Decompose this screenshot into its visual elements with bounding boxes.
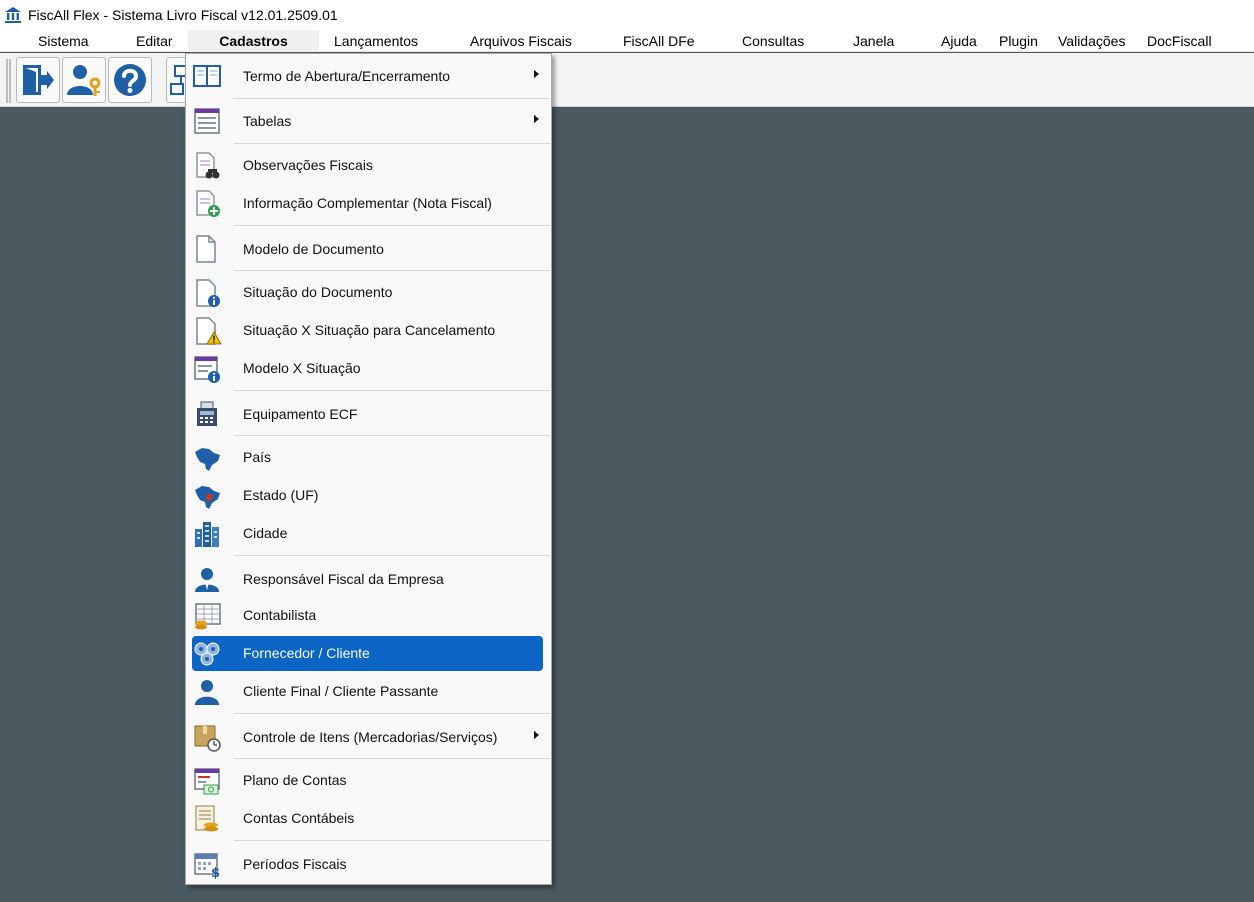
app-logo-icon [5, 7, 21, 23]
menu-separator [234, 98, 550, 99]
list-info-icon [192, 354, 222, 384]
box-clock-icon [192, 722, 222, 752]
toolbar-grip[interactable] [6, 59, 11, 103]
menu-item-contabilista[interactable]: Contabilista [186, 597, 551, 634]
submenu-arrow-icon [534, 115, 539, 123]
help-icon [114, 64, 146, 96]
menu-janela[interactable]: Janela [853, 30, 894, 52]
menu-separator [234, 270, 550, 271]
menu-separator [234, 390, 550, 391]
menu-separator [234, 758, 550, 759]
menu-item-modelo-documento[interactable]: Modelo de Documento [186, 229, 551, 269]
submenu-arrow-icon [534, 731, 539, 739]
user-key-button[interactable] [62, 57, 106, 103]
menu-separator [234, 555, 550, 556]
window-title: FiscAll Flex - Sistema Livro Fiscal v12.… [28, 7, 338, 23]
menu-item-situacao-documento[interactable]: Situação do Documento [186, 274, 551, 311]
menu-item-cidade[interactable]: Cidade [186, 515, 551, 552]
menu-sistema[interactable]: Sistema [38, 30, 89, 52]
menu-item-estado-uf[interactable]: Estado (UF) [186, 477, 551, 514]
calendar-dollar-icon: $ [192, 849, 222, 879]
blank-document-icon [192, 234, 222, 264]
menu-separator [234, 143, 550, 144]
exit-door-icon [23, 65, 54, 95]
menu-arquivos-fiscais[interactable]: Arquivos Fiscais [470, 30, 572, 52]
document-binoculars-icon [192, 151, 222, 181]
menu-consultas[interactable]: Consultas [742, 30, 804, 52]
menu-separator [234, 840, 550, 841]
menu-validacoes[interactable]: Validações [1058, 30, 1125, 52]
cash-register-icon [192, 399, 222, 429]
person-icon [192, 564, 222, 594]
menu-item-responsavel-fiscal[interactable]: Responsável Fiscal da Empresa [186, 559, 551, 599]
title-bar: FiscAll Flex - Sistema Livro Fiscal v12.… [0, 0, 1254, 30]
menu-separator [234, 713, 550, 714]
person-blue-icon [192, 677, 222, 707]
document-add-icon [192, 189, 222, 219]
menu-item-equipamento-ecf[interactable]: Equipamento ECF [186, 394, 551, 434]
document-warning-icon [192, 316, 222, 346]
menu-item-periodos-fiscais[interactable]: $ Períodos Fiscais [186, 844, 551, 884]
menu-editar[interactable]: Editar [136, 30, 173, 52]
submenu-arrow-icon [534, 70, 539, 78]
network-people-icon [192, 639, 222, 669]
menu-item-pais[interactable]: País [186, 439, 551, 476]
ledger-coins-icon [192, 804, 222, 834]
menu-item-fornecedor-cliente[interactable]: Fornecedor / Cliente [186, 635, 551, 672]
document-info-icon [192, 278, 222, 308]
menu-item-termo-abertura[interactable]: Termo de Abertura/Encerramento [186, 56, 551, 96]
menu-plugin[interactable]: Plugin [999, 30, 1038, 52]
menu-separator [234, 225, 550, 226]
menu-bar: Sistema Editar Cadastros Lançamentos Arq… [0, 30, 1254, 52]
accounts-plan-icon [192, 766, 222, 796]
menu-ajuda[interactable]: Ajuda [941, 30, 977, 52]
menu-docfiscall[interactable]: DocFiscall [1147, 30, 1212, 52]
spreadsheet-coins-icon [192, 601, 222, 631]
svg-text:$: $ [211, 866, 220, 879]
menu-item-contas-contabeis[interactable]: Contas Contábeis [186, 800, 551, 837]
brazil-state-map-icon [192, 481, 222, 511]
menu-item-observacoes-fiscais[interactable]: Observações Fiscais [186, 147, 551, 184]
menu-item-cliente-final[interactable]: Cliente Final / Cliente Passante [186, 673, 551, 710]
brazil-map-icon [192, 443, 222, 473]
menu-item-controle-itens[interactable]: Controle de Itens (Mercadorias/Serviços) [186, 717, 551, 757]
cadastros-dropdown-menu: Termo de Abertura/Encerramento Tabelas O… [185, 53, 552, 885]
menu-lancamentos[interactable]: Lançamentos [334, 30, 418, 52]
menu-item-situacao-cancelamento[interactable]: Situação X Situação para Cancelamento [186, 312, 551, 349]
menu-item-tabelas[interactable]: Tabelas [186, 101, 551, 141]
exit-button[interactable] [16, 57, 60, 103]
table-list-icon [192, 106, 222, 136]
help-button[interactable] [108, 57, 152, 103]
user-key-icon [67, 65, 101, 96]
book-icon [192, 61, 222, 91]
menu-cadastros[interactable]: Cadastros [188, 30, 319, 52]
menu-item-modelo-x-situacao[interactable]: Modelo X Situação [186, 350, 551, 387]
menu-item-informacao-complementar[interactable]: Informação Complementar (Nota Fiscal) [186, 185, 551, 222]
menu-item-plano-contas[interactable]: Plano de Contas [186, 762, 551, 799]
city-buildings-icon [192, 519, 222, 549]
menu-fiscall-dfe[interactable]: FiscAll DFe [623, 30, 695, 52]
menu-separator [234, 435, 550, 436]
